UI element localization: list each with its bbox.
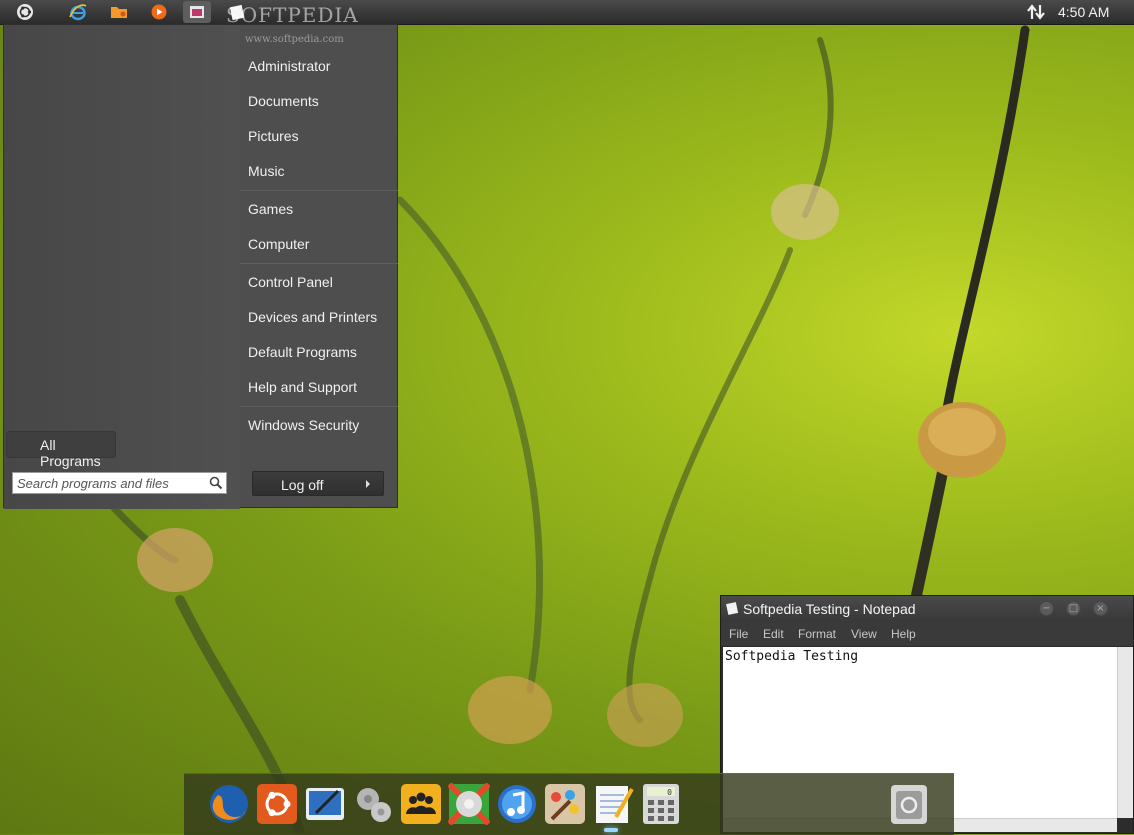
menu-item-devices-and-printers[interactable]: Devices and Printers [248, 309, 377, 325]
minimize-icon: − [1042, 603, 1051, 614]
menu-item-documents[interactable]: Documents [248, 93, 319, 109]
trash-icon[interactable] [888, 783, 930, 825]
window-switcher-icon [190, 6, 204, 18]
paint-icon[interactable] [544, 783, 586, 825]
desktop-pen-icon[interactable] [304, 783, 346, 825]
search-input[interactable] [17, 475, 197, 491]
calculator-icon[interactable]: 0 [640, 783, 682, 825]
menu-edit[interactable]: Edit [763, 627, 784, 641]
menu-divider [240, 263, 398, 264]
softpedia-url-watermark: www.softpedia.com [245, 34, 344, 45]
menu-divider [240, 190, 398, 191]
menu-item-control-panel[interactable]: Control Panel [248, 274, 333, 290]
menu-item-pictures[interactable]: Pictures [248, 128, 299, 144]
search-box[interactable] [12, 472, 227, 494]
menu-format[interactable]: Format [798, 627, 836, 641]
notepad-app-icon [726, 602, 739, 615]
log-off-label: Log off [281, 477, 324, 493]
firefox-icon[interactable] [208, 783, 250, 825]
top-panel: SOFTPEDIA 4:50 AM [0, 0, 1134, 27]
chevron-right-icon[interactable] [366, 480, 370, 488]
all-programs-button[interactable]: All Programs [6, 431, 116, 469]
dock: 0 [184, 773, 954, 835]
close-button[interactable]: × [1093, 601, 1108, 616]
minimize-button[interactable]: − [1039, 601, 1054, 616]
running-indicator [604, 828, 618, 832]
menu-item-music[interactable]: Music [248, 163, 285, 179]
clock[interactable]: 4:50 AM [1058, 4, 1109, 20]
menu-item-administrator[interactable]: Administrator [248, 58, 330, 74]
notepad-icon[interactable] [592, 783, 634, 825]
menu-help[interactable]: Help [891, 627, 916, 641]
media-center-icon[interactable] [448, 783, 490, 825]
menu-item-computer[interactable]: Computer [248, 236, 309, 252]
start-menu: www.softpedia.com Administrator Document… [3, 24, 398, 509]
users-group-icon[interactable] [400, 783, 442, 825]
notepad-title: Softpedia Testing - Notepad [743, 601, 916, 617]
network-icon[interactable] [1026, 3, 1046, 21]
menu-item-help-and-support[interactable]: Help and Support [248, 379, 357, 395]
media-player-icon[interactable] [150, 3, 168, 21]
calculator-display: 0 [667, 788, 672, 797]
menu-item-games[interactable]: Games [248, 201, 293, 217]
notepad-titlebar[interactable]: Softpedia Testing - Notepad − □ × [721, 596, 1133, 622]
menu-item-default-programs[interactable]: Default Programs [248, 344, 357, 360]
search-icon[interactable] [209, 476, 223, 490]
log-off-button[interactable]: Log off [252, 471, 384, 496]
ubuntu-logo-icon[interactable] [16, 3, 34, 21]
vertical-scrollbar[interactable] [1117, 647, 1133, 818]
window-switcher-button[interactable] [183, 1, 211, 23]
internet-explorer-icon[interactable] [69, 3, 87, 21]
menu-view[interactable]: View [851, 627, 877, 641]
file-manager-icon[interactable] [110, 3, 128, 21]
settings-gears-icon[interactable] [352, 783, 394, 825]
notepad-menubar: File Edit Format View Help [721, 622, 1133, 646]
menu-item-windows-security[interactable]: Windows Security [248, 417, 359, 433]
itunes-icon[interactable] [496, 783, 538, 825]
maximize-button[interactable]: □ [1066, 601, 1081, 616]
menu-file[interactable]: File [729, 627, 748, 641]
maximize-icon: □ [1068, 603, 1079, 614]
menu-divider [240, 406, 398, 407]
all-programs-label: All Programs [40, 437, 101, 469]
close-icon: × [1096, 603, 1105, 614]
ubuntu-icon[interactable] [256, 783, 298, 825]
